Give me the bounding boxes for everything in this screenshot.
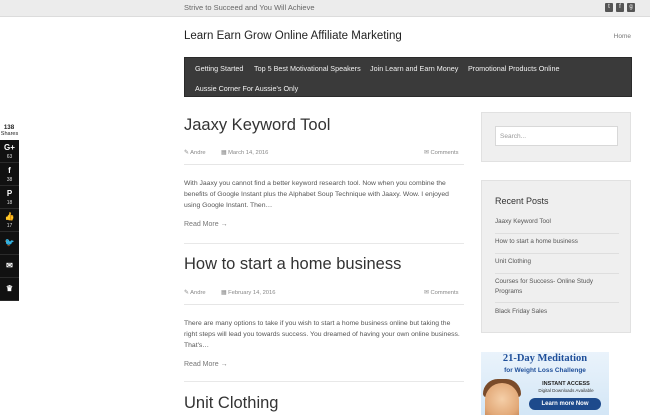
date-text: February 14, 2016 <box>228 290 276 296</box>
nav-item-join-learn-earn[interactable]: Join Learn and Earn Money <box>370 64 458 73</box>
like-icon: 👍 <box>4 212 15 221</box>
author-name: Andre <box>190 290 206 296</box>
site-title[interactable]: Learn Earn Grow Online Affiliate Marketi… <box>184 30 402 42</box>
post-comments-link[interactable]: ✉ Comments <box>424 150 459 156</box>
comments-text: Comments <box>430 290 459 296</box>
post-article: Jaaxy Keyword Tool ✎ Andre ▦ March 14, 2… <box>184 116 464 228</box>
twitter-share-button[interactable]: 🐦 <box>0 232 19 255</box>
nav-item-promotional-products[interactable]: Promotional Products Online <box>468 64 560 73</box>
post-author[interactable]: ✎ Andre <box>184 290 206 296</box>
google-plus-icon: G+ <box>4 143 15 152</box>
recent-posts-title: Recent Posts <box>495 196 549 206</box>
top-social-links: t f g <box>605 3 635 12</box>
ad-subheadline: for Weight Loss Challenge <box>504 367 586 374</box>
recent-post-link[interactable]: Jaaxy Keyword Tool <box>495 217 619 227</box>
twitter-icon[interactable]: t <box>605 3 613 12</box>
recent-divider <box>495 302 619 303</box>
share-total-label: Shares <box>0 131 19 137</box>
post-excerpt: With Jaaxy you cannot find a better keyw… <box>184 180 449 209</box>
recent-divider <box>495 253 619 254</box>
share-count: 18 <box>6 200 13 206</box>
post-date: ▦ February 14, 2016 <box>221 290 276 296</box>
google-plus-icon[interactable]: g <box>627 3 635 12</box>
nav-item-motivational-speakers[interactable]: Top 5 Best Motivational Speakers <box>254 64 361 73</box>
home-link[interactable]: Home <box>614 33 631 40</box>
recent-posts-widget: Recent Posts Jaaxy Keyword Tool How to s… <box>481 180 631 333</box>
like-share-button[interactable]: 👍 17 <box>0 209 19 232</box>
nav-item-aussie-corner[interactable]: Aussie Corner For Aussie's Only <box>195 84 298 93</box>
share-count: 63 <box>6 154 13 160</box>
author-name: Andre <box>190 150 206 156</box>
ad-instant-access: INSTANT ACCESS <box>542 381 590 387</box>
date-text: March 14, 2016 <box>228 150 269 156</box>
post-article: Unit Clothing <box>184 394 464 413</box>
main-nav: Getting Started Top 5 Best Motivational … <box>184 57 632 97</box>
post-excerpt: There are many options to take if you wi… <box>184 320 460 349</box>
meta-divider <box>184 304 464 305</box>
share-count: 38 <box>6 177 13 183</box>
post-date: ▦ March 14, 2016 <box>221 150 269 156</box>
recent-post-link[interactable]: Courses for Success- Online Study Progra… <box>495 277 619 297</box>
facebook-icon[interactable]: f <box>616 3 624 12</box>
post-author[interactable]: ✎ Andre <box>184 150 206 156</box>
search-input[interactable] <box>495 126 618 146</box>
pinterest-share-button[interactable]: P 18 <box>0 186 19 209</box>
share-total-count: 138 <box>3 124 15 131</box>
pinterest-icon: P <box>6 189 13 198</box>
post-divider <box>184 381 464 382</box>
crown-icon: ♛ <box>5 284 14 293</box>
post-title[interactable]: How to start a home business <box>184 255 464 274</box>
email-icon: ✉ <box>6 261 13 270</box>
recent-post-link[interactable]: How to start a home business <box>495 237 619 247</box>
post-title[interactable]: Jaaxy Keyword Tool <box>184 116 464 135</box>
meta-divider <box>184 164 464 165</box>
ad-headline: 21-Day Meditation <box>502 353 588 364</box>
read-more-link[interactable]: Read More → <box>184 221 228 228</box>
search-widget <box>481 112 631 162</box>
facebook-icon: f <box>8 166 11 175</box>
read-more-link[interactable]: Read More → <box>184 361 228 368</box>
post-article: How to start a home business ✎ Andre ▦ F… <box>184 255 464 368</box>
nav-item-getting-started[interactable]: Getting Started <box>195 64 243 73</box>
post-divider <box>184 243 464 244</box>
site-tagline: Strive to Succeed and You Will Achieve <box>184 3 315 12</box>
recent-post-link[interactable]: Unit Clothing <box>495 257 619 267</box>
share-count: 17 <box>6 223 13 229</box>
share-bar: 138 Shares G+ 63 f 38 P 18 👍 17 🐦 ✉ ♛ <box>0 124 19 301</box>
more-share-button[interactable]: ♛ <box>0 278 19 301</box>
twitter-icon: 🐦 <box>4 238 15 247</box>
ad-banner[interactable]: 21-Day Meditation for Weight Loss Challe… <box>481 352 609 415</box>
post-title[interactable]: Unit Clothing <box>184 394 464 413</box>
comments-text: Comments <box>430 150 459 156</box>
ad-digital-downloads: Digital Downloads Available <box>538 388 594 393</box>
post-comments-link[interactable]: ✉ Comments <box>424 290 459 296</box>
google-plus-share-button[interactable]: G+ 63 <box>0 140 19 163</box>
recent-divider <box>495 273 619 274</box>
top-bar: Strive to Succeed and You Will Achieve t… <box>0 0 650 17</box>
ad-cta-button[interactable]: Learn more Now <box>529 398 601 410</box>
facebook-share-button[interactable]: f 38 <box>0 163 19 186</box>
email-share-button[interactable]: ✉ <box>0 255 19 278</box>
recent-divider <box>495 233 619 234</box>
ad-person-face <box>485 383 519 415</box>
recent-post-link[interactable]: Black Friday Sales <box>495 307 619 317</box>
